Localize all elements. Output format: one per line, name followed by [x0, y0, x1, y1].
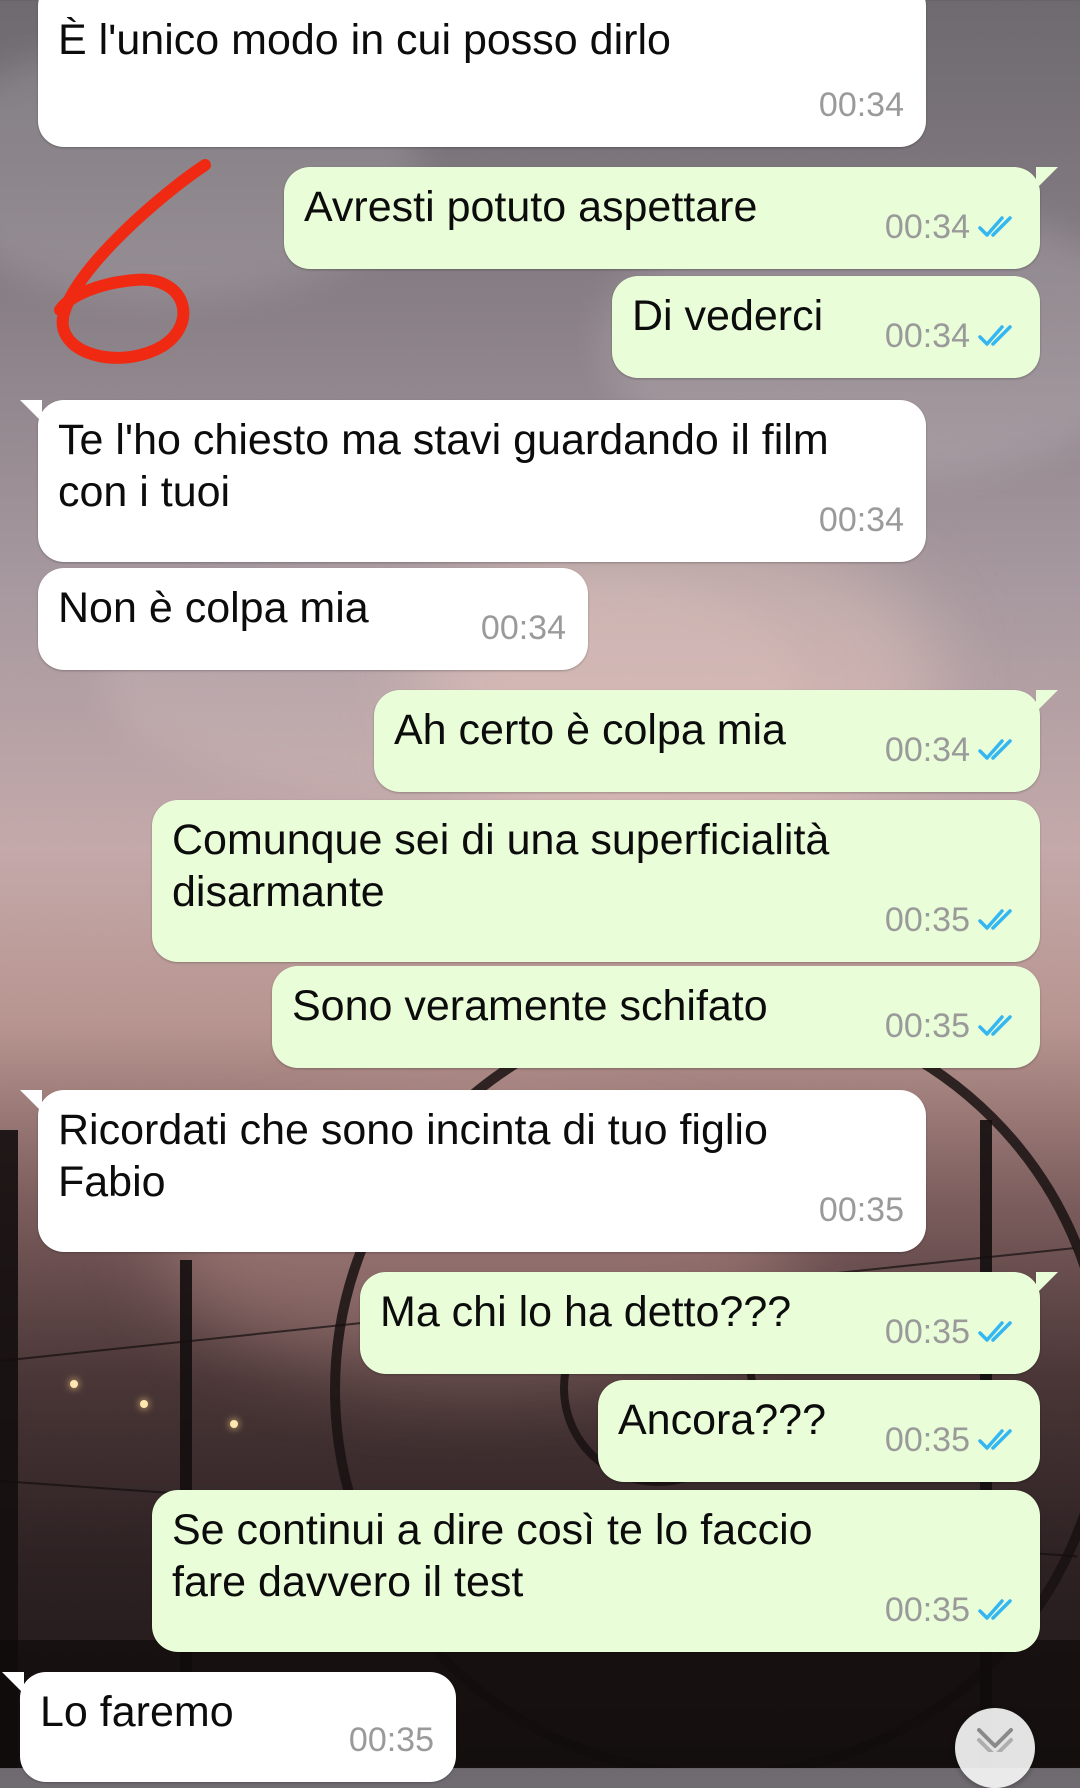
message-meta: 00:35 [819, 1184, 904, 1236]
message-timestamp: 00:34 [818, 86, 904, 124]
message-timestamp: 00:34 [818, 501, 904, 539]
message-meta: 00:34 [819, 79, 904, 131]
message-text: Te l'ho chiesto ma stavi guardando il fi… [58, 416, 841, 516]
handwritten-annotation-mark [54, 159, 211, 364]
message-meta: 00:35 [349, 1714, 434, 1766]
bubble-tail [1036, 167, 1058, 189]
double-check-icon [978, 1015, 1012, 1036]
incoming-message[interactable]: Ricordati che sono incinta di tuo figlio… [20, 1090, 926, 1252]
message-timestamp: 00:35 [884, 1007, 970, 1045]
bubble-tail [2, 1672, 24, 1694]
message-meta: 00:34 [819, 494, 904, 546]
message-meta: 00:35 [885, 1414, 1018, 1466]
bubble-tail [20, 400, 42, 422]
message-meta: 00:34 [885, 201, 1018, 253]
incoming-message[interactable]: È l'unico modo in cui posso dirlo 00:34 [38, 0, 926, 147]
message-meta: 00:34 [885, 724, 1018, 776]
scroll-to-bottom-button[interactable] [955, 1708, 1035, 1788]
message-meta: 00:34 [481, 602, 566, 654]
message-meta: 00:35 [885, 1584, 1018, 1636]
message-timestamp: 00:34 [884, 731, 970, 769]
bubble-tail [1036, 690, 1058, 712]
message-timestamp: 00:35 [884, 1421, 970, 1459]
bubble-tail [20, 1090, 42, 1112]
message-text: Ricordati che sono incinta di tuo figlio… [58, 1106, 780, 1206]
outgoing-message[interactable]: Ma chi lo ha detto??? 00:35 [360, 1272, 1058, 1374]
message-timestamp: 00:34 [480, 609, 566, 647]
double-check-icon [978, 1429, 1012, 1450]
outgoing-message[interactable]: Sono veramente schifato 00:35 [272, 966, 1040, 1068]
message-text: È l'unico modo in cui posso dirlo [58, 16, 671, 64]
message-timestamp: 00:35 [818, 1191, 904, 1229]
chevron-down-icon [977, 1728, 1013, 1752]
double-check-icon [978, 909, 1012, 930]
bubble-tail [1036, 1272, 1058, 1294]
message-meta: 00:35 [885, 1000, 1018, 1052]
double-check-icon [978, 325, 1012, 346]
message-timestamp: 00:35 [348, 1721, 434, 1759]
message-timestamp: 00:34 [884, 317, 970, 355]
outgoing-message[interactable]: Comunque sei di una superficialità disar… [152, 800, 1040, 962]
incoming-message[interactable]: Te l'ho chiesto ma stavi guardando il fi… [20, 400, 926, 562]
outgoing-message[interactable]: Ancora??? 00:35 [598, 1380, 1040, 1482]
incoming-message[interactable]: Non è colpa mia 00:34 [38, 568, 588, 670]
message-timestamp: 00:34 [884, 208, 970, 246]
outgoing-message[interactable]: Di vederci 00:34 [612, 276, 1040, 378]
outgoing-message[interactable]: Ah certo è colpa mia 00:34 [374, 690, 1058, 792]
outgoing-message[interactable]: Se continui a dire così te lo faccio far… [152, 1490, 1040, 1652]
double-check-icon [978, 1321, 1012, 1342]
double-check-icon [978, 1599, 1012, 1620]
message-timestamp: 00:35 [884, 1313, 970, 1351]
message-meta: 00:35 [885, 1306, 1018, 1358]
double-check-icon [978, 739, 1012, 760]
message-meta: 00:35 [885, 894, 1018, 946]
message-timestamp: 00:35 [884, 1591, 970, 1629]
double-check-icon [978, 216, 1012, 237]
message-meta: 00:34 [885, 310, 1018, 362]
message-timestamp: 00:35 [884, 901, 970, 939]
incoming-message[interactable]: Lo faremo 00:35 [2, 1672, 456, 1782]
outgoing-message[interactable]: Avresti potuto aspettare 00:34 [284, 167, 1058, 269]
